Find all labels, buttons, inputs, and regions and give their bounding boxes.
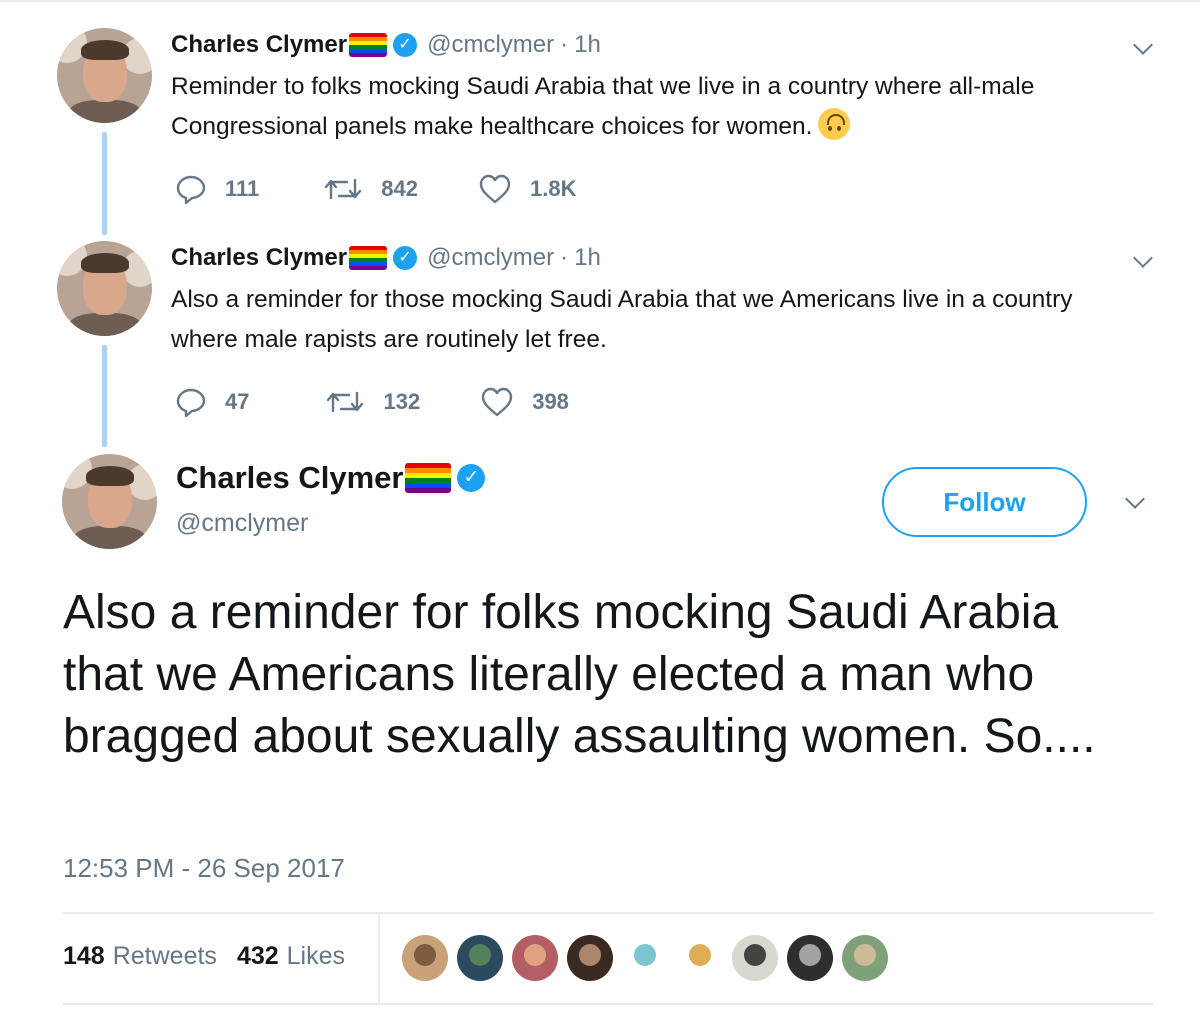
- separator-dot: ·: [560, 31, 569, 58]
- liker-avatar[interactable]: [457, 935, 503, 981]
- liker-avatar-figure: [799, 944, 821, 966]
- verified-badge-icon: ✓: [457, 464, 486, 492]
- retweet-icon: [327, 391, 364, 413]
- tweet-actions: 47 132 398: [175, 386, 617, 418]
- retweet-count: 842: [381, 176, 418, 201]
- top-divider: [0, 0, 1200, 6]
- stats-divider: [378, 915, 380, 1003]
- reply-button[interactable]: 47: [175, 386, 249, 418]
- retweet-icon: [325, 178, 362, 200]
- tweet-header: Charles Clymer ✓ @cmclymer · 1h: [171, 31, 601, 59]
- retweet-count: 132: [383, 389, 421, 414]
- main-display-name-row: Charles Clymer ✓: [176, 460, 495, 496]
- liker-avatar-figure: [524, 944, 546, 966]
- tweet-header: Charles Clymer ✓ @cmclymer · 1h: [171, 244, 601, 272]
- reply-count: 47: [225, 389, 250, 414]
- tweet-time[interactable]: 1h: [574, 244, 601, 272]
- chevron-down-icon[interactable]: [1132, 36, 1154, 58]
- heart-icon: [479, 174, 511, 204]
- like-label[interactable]: Likes: [287, 942, 345, 971]
- user-handle[interactable]: @cmclymer: [176, 509, 308, 538]
- chevron-down-icon[interactable]: [1124, 490, 1146, 512]
- tweet-timestamp[interactable]: 12:53 PM - 26 Sep 2017: [63, 853, 345, 884]
- tweet-text: Reminder to folks mocking Saudi Arabia t…: [171, 73, 1035, 140]
- rainbow-flag-icon: [349, 246, 388, 270]
- display-name[interactable]: Charles Clymer: [176, 460, 403, 496]
- display-name[interactable]: Charles Clymer: [171, 244, 347, 272]
- like-count: 398: [532, 389, 569, 414]
- liker-avatar[interactable]: [567, 935, 613, 981]
- user-handle[interactable]: @cmclymer: [427, 244, 554, 272]
- avatar[interactable]: [62, 454, 157, 549]
- divider: [63, 1003, 1153, 1005]
- liker-avatar[interactable]: [787, 935, 833, 981]
- reply-count: 111: [225, 176, 260, 201]
- reply-icon: [176, 175, 206, 205]
- engagement-stats: 148 Retweets 432 Likes: [63, 942, 365, 971]
- liker-avatar[interactable]: [732, 935, 778, 981]
- retweet-button[interactable]: 132: [325, 387, 420, 417]
- liker-avatar-figure: [634, 944, 656, 966]
- heart-icon: [482, 387, 513, 417]
- retweet-label[interactable]: Retweets: [113, 942, 217, 971]
- liker-avatar-figure: [579, 944, 601, 966]
- liker-avatar[interactable]: [677, 935, 723, 981]
- tweet-text: Also a reminder for those mocking Saudi …: [171, 286, 1073, 353]
- follow-button[interactable]: Follow: [882, 467, 1087, 537]
- liker-avatar[interactable]: [622, 935, 668, 981]
- liker-avatar-figure: [469, 944, 491, 966]
- like-count: 1.8K: [530, 176, 577, 201]
- avatar[interactable]: [57, 241, 152, 336]
- divider: [63, 912, 1153, 914]
- liker-avatar-figure: [744, 944, 766, 966]
- tweet-time[interactable]: 1h: [574, 31, 601, 59]
- upside-down-face-emoji: [818, 108, 851, 140]
- like-button[interactable]: 1.8K: [478, 173, 576, 205]
- liker-avatar-figure: [689, 944, 711, 966]
- reply-button[interactable]: 111: [175, 173, 259, 205]
- rainbow-flag-icon: [349, 33, 388, 57]
- tweet-actions: 111 842 1.8K: [175, 173, 624, 205]
- user-handle[interactable]: @cmclymer: [427, 31, 554, 59]
- rainbow-flag-icon: [405, 463, 452, 493]
- liker-avatar[interactable]: [402, 935, 448, 981]
- liker-avatar[interactable]: [842, 935, 888, 981]
- liker-avatar-figure: [414, 944, 436, 966]
- thread-connector: [102, 345, 107, 447]
- avatar[interactable]: [57, 28, 152, 123]
- main-tweet-text: Also a reminder for folks mocking Saudi …: [63, 586, 1096, 763]
- separator-dot: ·: [560, 244, 569, 271]
- thread-connector: [102, 132, 107, 235]
- like-total[interactable]: 432: [237, 942, 279, 971]
- verified-badge-icon: ✓: [393, 33, 418, 57]
- liker-avatars: [402, 935, 897, 981]
- reply-icon: [176, 388, 206, 418]
- retweet-button[interactable]: 842: [323, 174, 418, 204]
- verified-badge-icon: ✓: [393, 246, 418, 270]
- chevron-down-icon[interactable]: [1132, 249, 1154, 271]
- like-button[interactable]: 398: [480, 386, 569, 418]
- liker-avatar-figure: [854, 944, 876, 966]
- retweet-total[interactable]: 148: [63, 942, 105, 971]
- liker-avatar[interactable]: [512, 935, 558, 981]
- display-name[interactable]: Charles Clymer: [171, 31, 347, 59]
